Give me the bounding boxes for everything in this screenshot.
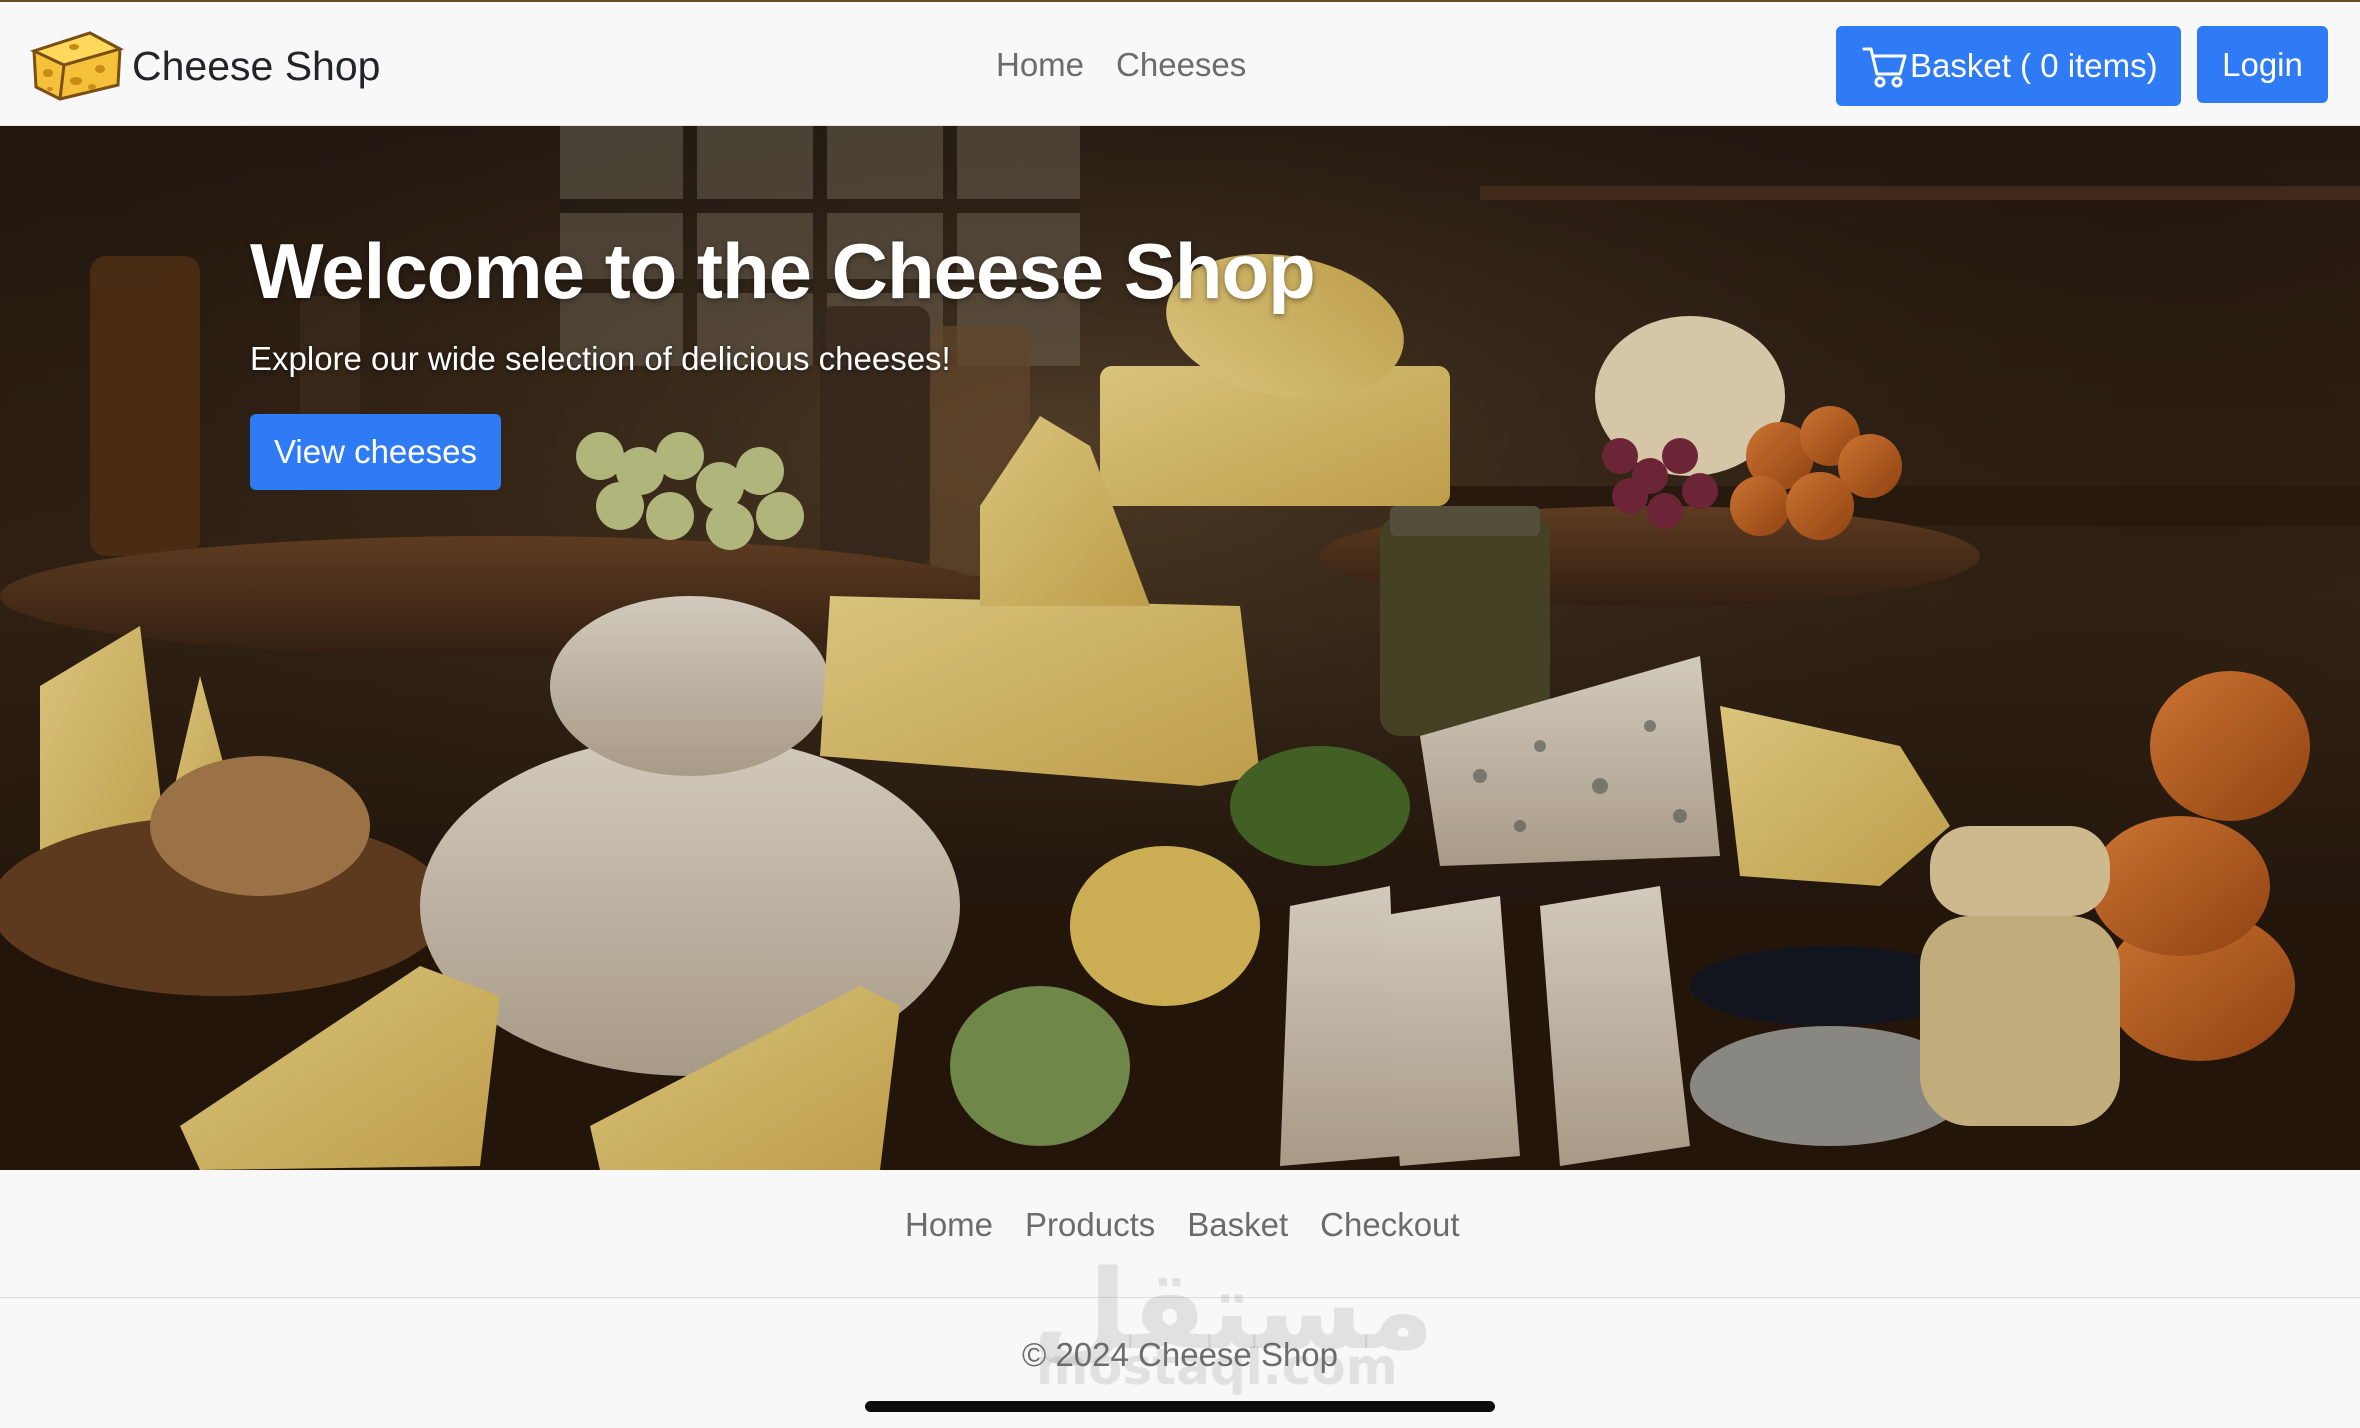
- basket-label: Basket ( 0 items): [1910, 47, 2158, 84]
- footer-link-home[interactable]: Home: [905, 1206, 993, 1244]
- home-indicator-bar[interactable]: [865, 1401, 1495, 1412]
- hero-banner: Welcome to the Cheese Shop Explore our w…: [0, 126, 2360, 1170]
- brand[interactable]: Cheese Shop: [30, 26, 380, 106]
- cheese-wedge-icon: [30, 31, 124, 101]
- cart-icon: [1862, 47, 1907, 88]
- hero-subtitle: Explore our wide selection of delicious …: [250, 340, 951, 377]
- nav-link-home[interactable]: Home: [996, 46, 1084, 84]
- footer-link-basket[interactable]: Basket: [1187, 1206, 1288, 1244]
- footer-links: Home Products Basket Checkout: [905, 1206, 1492, 1244]
- footer-link-checkout[interactable]: Checkout: [1320, 1206, 1459, 1244]
- main-nav: Home Cheeses: [996, 46, 1278, 84]
- hero-title: Welcome to the Cheese Shop: [250, 227, 1316, 315]
- view-cheeses-button[interactable]: View cheeses: [250, 414, 501, 490]
- nav-link-cheeses[interactable]: Cheeses: [1116, 46, 1246, 84]
- brand-name: Cheese Shop: [132, 42, 381, 89]
- navbar: Cheese Shop Home Cheeses Basket ( 0 item…: [0, 0, 2360, 126]
- login-button[interactable]: Login: [2197, 26, 2328, 103]
- copyright-text: © 2024 Cheese Shop: [1021, 1336, 1339, 1373]
- footer-link-products[interactable]: Products: [1025, 1206, 1155, 1244]
- basket-button[interactable]: Basket ( 0 items): [1836, 26, 2181, 106]
